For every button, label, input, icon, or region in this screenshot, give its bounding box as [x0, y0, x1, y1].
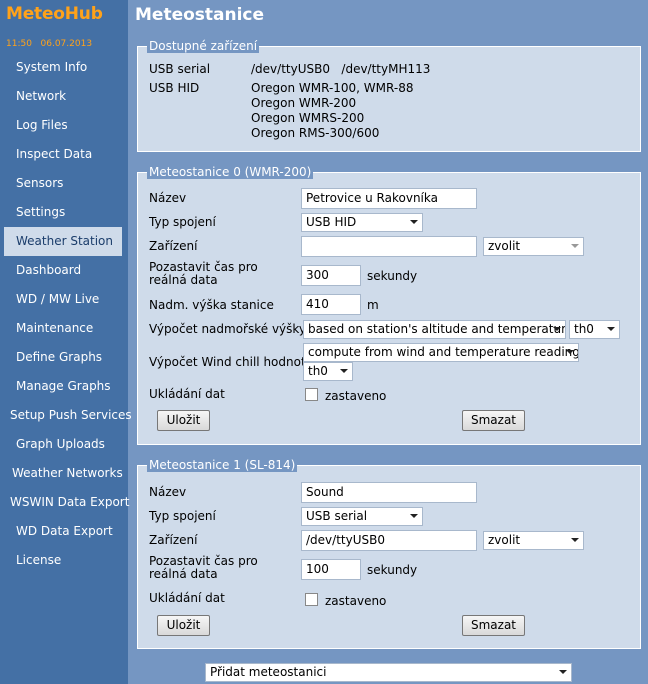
sidebar-item-inspect-data[interactable]: Inspect Data	[0, 140, 128, 169]
sidebar-item-wswin-data-export[interactable]: WSWIN Data Export	[0, 488, 129, 517]
device-input[interactable]: /dev/ttyUSB0	[301, 530, 477, 551]
altitude-calc-select[interactable]: based on station's altitude and temperat…	[303, 320, 566, 339]
sidebar: MeteoHub 11:50 06.07.2013 System Info Ne…	[0, 0, 132, 684]
usb-serial-label: USB serial	[149, 62, 211, 76]
windchill-sensor-select[interactable]: th0	[303, 362, 353, 381]
chevron-down-icon	[553, 327, 561, 331]
altitude-calc-value: based on station's altitude and temperat…	[308, 322, 566, 336]
station-1-panel: Meteostanice 1 (SL-814) Název Sound Typ …	[137, 458, 641, 649]
available-devices-legend: Dostupné zařízení	[147, 39, 260, 53]
delete-button[interactable]: Smazat	[462, 410, 525, 431]
add-station-select[interactable]: Přidat meteostanici	[205, 663, 572, 682]
windchill-select[interactable]: compute from wind and temperature readin…	[303, 343, 579, 362]
connection-type-value: USB HID	[306, 215, 357, 229]
storage-stopped-label: zastaveno	[325, 389, 387, 403]
chevron-down-icon	[559, 670, 567, 674]
windchill-sensor-value: th0	[308, 364, 328, 378]
sidebar-item-maintenance[interactable]: Maintenance	[0, 314, 128, 343]
altitude-input[interactable]: 410	[301, 294, 361, 315]
device-select[interactable]: zvolit	[483, 531, 584, 550]
sidebar-nav: System Info Network Log Files Inspect Da…	[0, 53, 132, 575]
add-station-value: Přidat meteostanici	[210, 665, 327, 679]
data-storage-label: Ukládání dat	[149, 387, 225, 401]
sidebar-item-weather-station[interactable]: Weather Station	[4, 227, 122, 256]
sidebar-item-setup-push-services[interactable]: Setup Push Services	[0, 401, 132, 430]
usb-serial-value: /dev/ttyUSB0 /dev/ttyMH113	[251, 62, 431, 76]
station-name-input[interactable]: Sound	[301, 482, 477, 503]
available-devices-panel: Dostupné zařízení USB serial /dev/ttyUSB…	[137, 39, 641, 152]
delete-button[interactable]: Smazat	[462, 615, 525, 636]
altitude-unit: m	[367, 298, 379, 312]
station-0-legend: Meteostanice 0 (WMR-200)	[147, 165, 314, 179]
pause-time-unit: sekundy	[367, 269, 418, 283]
altitude-label: Nadm. výška stanice	[149, 298, 274, 312]
clock: 11:50 06.07.2013	[6, 39, 93, 49]
name-label: Název	[149, 191, 187, 205]
save-button[interactable]: Uložit	[157, 615, 210, 636]
sidebar-item-wd-mw-live[interactable]: WD / MW Live	[0, 285, 128, 314]
page-title: Meteostanice	[135, 5, 265, 25]
device-label: Zařízení	[149, 533, 198, 547]
device-label: Zařízení	[149, 239, 198, 253]
sidebar-item-dashboard[interactable]: Dashboard	[0, 256, 128, 285]
app-logo: MeteoHub	[6, 4, 103, 24]
name-label: Název	[149, 485, 187, 499]
chevron-down-icon	[566, 350, 574, 354]
usb-hid-value: Oregon WMRS-200	[251, 111, 365, 125]
sidebar-item-network[interactable]: Network	[0, 82, 128, 111]
chevron-down-icon	[410, 220, 418, 224]
pause-time-label: Pozastavit čas pro reálná data	[149, 260, 258, 287]
device-select-value: zvolit	[488, 533, 521, 547]
station-0-panel: Meteostanice 0 (WMR-200) Název Petrovice…	[137, 165, 641, 445]
sidebar-item-log-files[interactable]: Log Files	[0, 111, 128, 140]
pause-time-label: Pozastavit čas pro reálná data	[149, 554, 258, 581]
windchill-label: Výpočet Wind chill hodnoty	[149, 355, 313, 369]
pause-time-unit: sekundy	[367, 563, 418, 577]
sidebar-item-weather-networks[interactable]: Weather Networks	[0, 459, 128, 488]
usb-hid-value: Oregon RMS-300/600	[251, 126, 380, 140]
connection-type-label: Typ spojení	[149, 215, 216, 229]
windchill-value: compute from wind and temperature readin…	[308, 345, 579, 359]
device-select[interactable]: zvolit	[483, 237, 584, 256]
connection-type-select[interactable]: USB HID	[301, 213, 423, 232]
chevron-down-icon	[571, 538, 579, 542]
sidebar-item-system-info[interactable]: System Info	[0, 53, 128, 82]
connection-type-select[interactable]: USB serial	[301, 507, 423, 526]
chevron-down-icon	[607, 327, 615, 331]
pause-time-input[interactable]: 300	[301, 265, 361, 286]
data-storage-label: Ukládání dat	[149, 591, 225, 605]
sidebar-item-sensors[interactable]: Sensors	[0, 169, 128, 198]
station-name-input[interactable]: Petrovice u Rakovníka	[301, 188, 477, 209]
altitude-sensor-select[interactable]: th0	[569, 320, 620, 339]
pause-time-input[interactable]: 100	[301, 559, 361, 580]
storage-stopped-checkbox[interactable]	[305, 388, 318, 401]
chevron-down-icon	[571, 244, 579, 248]
storage-stopped-checkbox[interactable]	[305, 593, 318, 606]
altitude-calc-label: Výpočet nadmořské výšky	[149, 322, 307, 336]
storage-stopped-label: zastaveno	[325, 594, 387, 608]
device-select-value: zvolit	[488, 239, 521, 253]
station-1-legend: Meteostanice 1 (SL-814)	[147, 458, 298, 472]
usb-hid-label: USB HID	[149, 81, 200, 95]
sidebar-item-wd-data-export[interactable]: WD Data Export	[0, 517, 128, 546]
connection-type-label: Typ spojení	[149, 509, 216, 523]
device-input[interactable]	[301, 236, 477, 257]
sidebar-item-graph-uploads[interactable]: Graph Uploads	[0, 430, 128, 459]
usb-hid-value: Oregon WMR-200	[251, 96, 357, 110]
chevron-down-icon	[410, 514, 418, 518]
sidebar-item-settings[interactable]: Settings	[0, 198, 128, 227]
usb-hid-value: Oregon WMR-100, WMR-88	[251, 81, 414, 95]
save-button[interactable]: Uložit	[157, 410, 210, 431]
sidebar-item-license[interactable]: License	[0, 546, 128, 575]
connection-type-value: USB serial	[306, 509, 368, 523]
altitude-sensor-value: th0	[574, 322, 594, 336]
chevron-down-icon	[340, 369, 348, 373]
sidebar-item-define-graphs[interactable]: Define Graphs	[0, 343, 128, 372]
sidebar-item-manage-graphs[interactable]: Manage Graphs	[0, 372, 128, 401]
